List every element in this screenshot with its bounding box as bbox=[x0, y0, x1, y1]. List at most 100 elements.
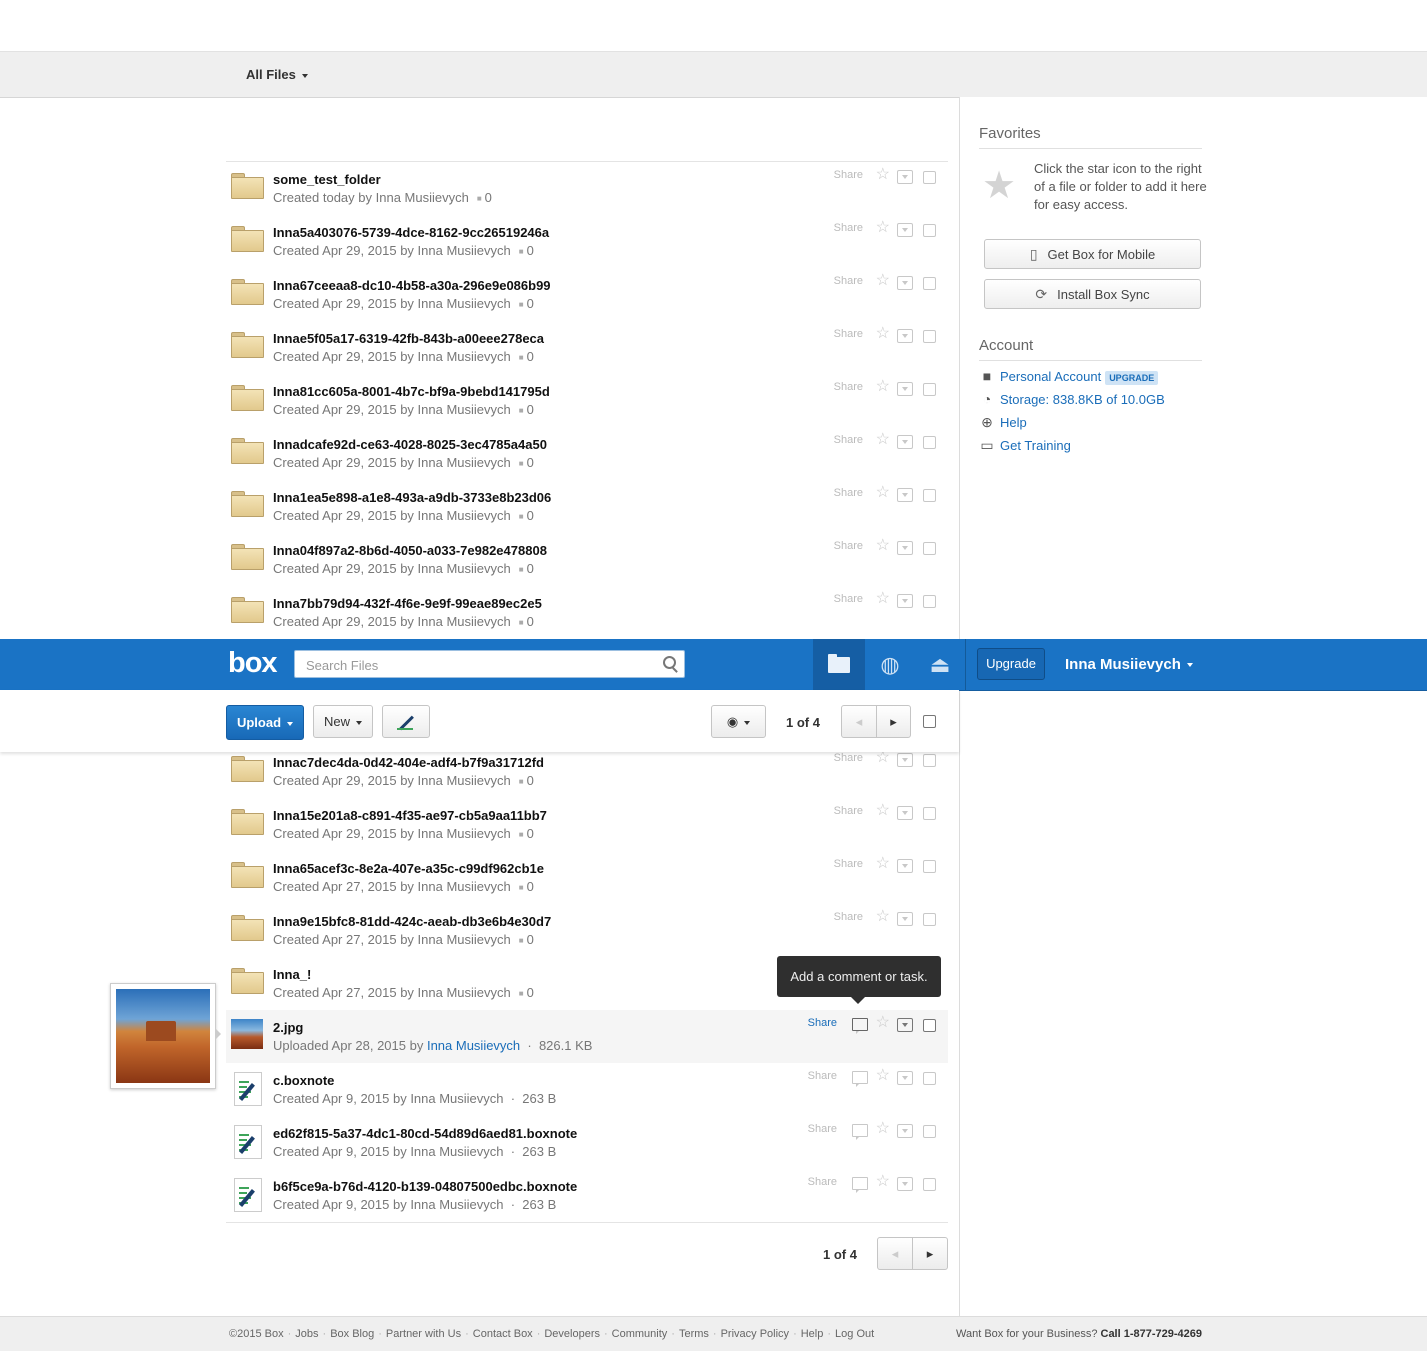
search-icon[interactable] bbox=[663, 656, 676, 669]
file-name[interactable]: Innae5f05a17-6319-42fb-843b-a00eee278eca bbox=[273, 331, 544, 346]
star-icon[interactable]: ☆ bbox=[876, 220, 890, 236]
share-link[interactable]: Share bbox=[834, 328, 863, 340]
share-link[interactable]: Share bbox=[834, 911, 863, 923]
list-item[interactable]: Inna7bb79d94-432f-4f6e-9e9f-99eae89ec2e5… bbox=[226, 586, 948, 640]
star-icon[interactable]: ☆ bbox=[876, 591, 890, 607]
list-item[interactable]: 2.jpg Uploaded Apr 28, 2015 by Inna Musii… bbox=[226, 1010, 948, 1064]
row-checkbox[interactable] bbox=[923, 1125, 936, 1138]
chevron-down-icon[interactable] bbox=[897, 859, 913, 873]
list-item[interactable]: some_test_folder Created today by Inna Mu… bbox=[226, 162, 948, 216]
star-icon[interactable]: ☆ bbox=[876, 856, 890, 872]
footer-link[interactable]: Privacy Policy bbox=[721, 1328, 789, 1340]
list-item[interactable]: ed62f815-5a37-4dc1-80cd-54d89d6aed81.box… bbox=[226, 1116, 948, 1170]
prev-page-button[interactable]: ◂ bbox=[841, 705, 877, 738]
file-name[interactable]: Inna_! bbox=[273, 967, 311, 982]
file-name[interactable]: Inna65acef3c-8e2a-407e-a35c-c99df962cb1e bbox=[273, 861, 544, 876]
new-button[interactable]: New bbox=[313, 705, 373, 738]
file-name[interactable]: b6f5ce9a-b76d-4120-b139-04807500edbc.box… bbox=[273, 1179, 577, 1194]
share-link[interactable]: Share bbox=[834, 222, 863, 234]
new-boxnote-button[interactable] bbox=[382, 705, 430, 738]
breadcrumb-all-files[interactable]: All Files bbox=[246, 67, 308, 82]
list-item[interactable]: b6f5ce9a-b76d-4120-b139-04807500edbc.box… bbox=[226, 1169, 948, 1223]
row-checkbox[interactable] bbox=[923, 542, 936, 555]
bottom-prev-page-button[interactable]: ◂ bbox=[877, 1237, 913, 1270]
row-checkbox[interactable] bbox=[923, 754, 936, 767]
chevron-down-icon[interactable] bbox=[897, 276, 913, 290]
list-item[interactable]: Inna1ea5e898-a1e8-493a-a9db-3733e8b23d06… bbox=[226, 480, 948, 534]
nav-inbox-button[interactable]: ⏏ bbox=[914, 639, 966, 690]
share-link[interactable]: Share bbox=[834, 752, 863, 764]
row-checkbox[interactable] bbox=[923, 224, 936, 237]
file-name[interactable]: Inna81cc605a-8001-4b7c-bf9a-9bebd141795d bbox=[273, 384, 550, 399]
share-link[interactable]: Share bbox=[808, 1176, 837, 1188]
star-icon[interactable]: ☆ bbox=[876, 273, 890, 289]
row-checkbox[interactable] bbox=[923, 860, 936, 873]
chevron-down-icon[interactable] bbox=[897, 806, 913, 820]
star-icon[interactable]: ☆ bbox=[876, 326, 890, 342]
share-link[interactable]: Share bbox=[834, 381, 863, 393]
chevron-down-icon[interactable] bbox=[897, 912, 913, 926]
row-checkbox[interactable] bbox=[923, 1019, 936, 1032]
share-link[interactable]: Share bbox=[834, 540, 863, 552]
file-name[interactable]: Inna15e201a8-c891-4f35-ae97-cb5a9aa11bb7 bbox=[273, 808, 547, 823]
row-checkbox[interactable] bbox=[923, 1178, 936, 1191]
bottom-next-page-button[interactable]: ▸ bbox=[912, 1237, 948, 1270]
row-checkbox[interactable] bbox=[923, 277, 936, 290]
comment-icon[interactable] bbox=[852, 1177, 868, 1193]
chevron-down-icon[interactable] bbox=[897, 170, 913, 184]
chevron-down-icon[interactable] bbox=[897, 753, 913, 767]
list-item[interactable]: Inna65acef3c-8e2a-407e-a35c-c99df962cb1e… bbox=[226, 851, 948, 905]
footer-link[interactable]: Contact Box bbox=[473, 1328, 533, 1340]
chevron-down-icon[interactable] bbox=[897, 1177, 913, 1191]
row-checkbox[interactable] bbox=[923, 383, 936, 396]
star-icon[interactable]: ☆ bbox=[876, 1174, 890, 1190]
share-link[interactable]: Share bbox=[834, 487, 863, 499]
footer-link[interactable]: Jobs bbox=[295, 1328, 318, 1340]
chevron-down-icon[interactable] bbox=[897, 223, 913, 237]
list-item[interactable]: Innac7dec4da-0d42-404e-adf4-b7f9a31712fd… bbox=[226, 745, 948, 799]
list-item[interactable]: Innae5f05a17-6319-42fb-843b-a00eee278eca… bbox=[226, 321, 948, 375]
file-name[interactable]: Inna67ceeaa8-dc10-4b58-a30a-296e9e086b99 bbox=[273, 278, 551, 293]
footer-link[interactable]: Help bbox=[801, 1328, 824, 1340]
star-icon[interactable]: ☆ bbox=[876, 432, 890, 448]
upload-button[interactable]: Upload bbox=[226, 705, 304, 740]
share-link[interactable]: Share bbox=[834, 169, 863, 181]
file-name[interactable]: Inna9e15bfc8-81dd-424c-aeab-db3e6b4e30d7 bbox=[273, 914, 551, 929]
chevron-down-icon[interactable] bbox=[897, 594, 913, 608]
row-checkbox[interactable] bbox=[923, 436, 936, 449]
training-link[interactable]: Get Training bbox=[1000, 438, 1071, 453]
comment-icon[interactable] bbox=[852, 1071, 868, 1087]
file-name[interactable]: some_test_folder bbox=[273, 172, 381, 187]
nav-files-button[interactable] bbox=[813, 639, 865, 690]
next-page-button[interactable]: ▸ bbox=[876, 705, 911, 738]
star-icon[interactable]: ☆ bbox=[876, 379, 890, 395]
list-item[interactable]: Innadcafe92d-ce63-4028-8025-3ec4785a4a50… bbox=[226, 427, 948, 481]
search-input[interactable] bbox=[304, 655, 648, 675]
row-checkbox[interactable] bbox=[923, 489, 936, 502]
row-checkbox[interactable] bbox=[923, 1072, 936, 1085]
list-item[interactable]: Inna04f897a2-8b6d-4050-a033-7e982e478808… bbox=[226, 533, 948, 587]
personal-account-link[interactable]: Personal Account bbox=[1000, 369, 1101, 384]
star-icon[interactable]: ☆ bbox=[876, 538, 890, 554]
list-item[interactable]: Inna15e201a8-c891-4f35-ae97-cb5a9aa11bb7… bbox=[226, 798, 948, 852]
row-checkbox[interactable] bbox=[923, 595, 936, 608]
upgrade-badge[interactable]: UPGRADE bbox=[1105, 370, 1159, 385]
list-item[interactable]: Inna9e15bfc8-81dd-424c-aeab-db3e6b4e30d7… bbox=[226, 904, 948, 958]
share-link[interactable]: Share bbox=[834, 434, 863, 446]
comment-icon[interactable] bbox=[852, 1124, 868, 1140]
share-link[interactable]: Share bbox=[834, 593, 863, 605]
chevron-down-icon[interactable] bbox=[897, 1071, 913, 1085]
share-link[interactable]: Share bbox=[808, 1017, 837, 1029]
footer-link[interactable]: Developers bbox=[544, 1328, 600, 1340]
row-checkbox[interactable] bbox=[923, 913, 936, 926]
chevron-down-icon[interactable] bbox=[897, 329, 913, 343]
list-item[interactable]: c.boxnote Created Apr 9, 2015 by Inna Mus… bbox=[226, 1063, 948, 1117]
view-options-button[interactable]: ◉ bbox=[711, 705, 766, 738]
chevron-down-icon[interactable] bbox=[897, 382, 913, 396]
star-icon[interactable]: ☆ bbox=[876, 1068, 890, 1084]
share-link[interactable]: Share bbox=[834, 858, 863, 870]
file-name[interactable]: Inna7bb79d94-432f-4f6e-9e9f-99eae89ec2e5 bbox=[273, 596, 542, 611]
file-name[interactable]: Innadcafe92d-ce63-4028-8025-3ec4785a4a50 bbox=[273, 437, 547, 452]
user-menu[interactable]: Inna Musiievych bbox=[1065, 656, 1193, 673]
file-name[interactable]: 2.jpg bbox=[273, 1020, 303, 1035]
